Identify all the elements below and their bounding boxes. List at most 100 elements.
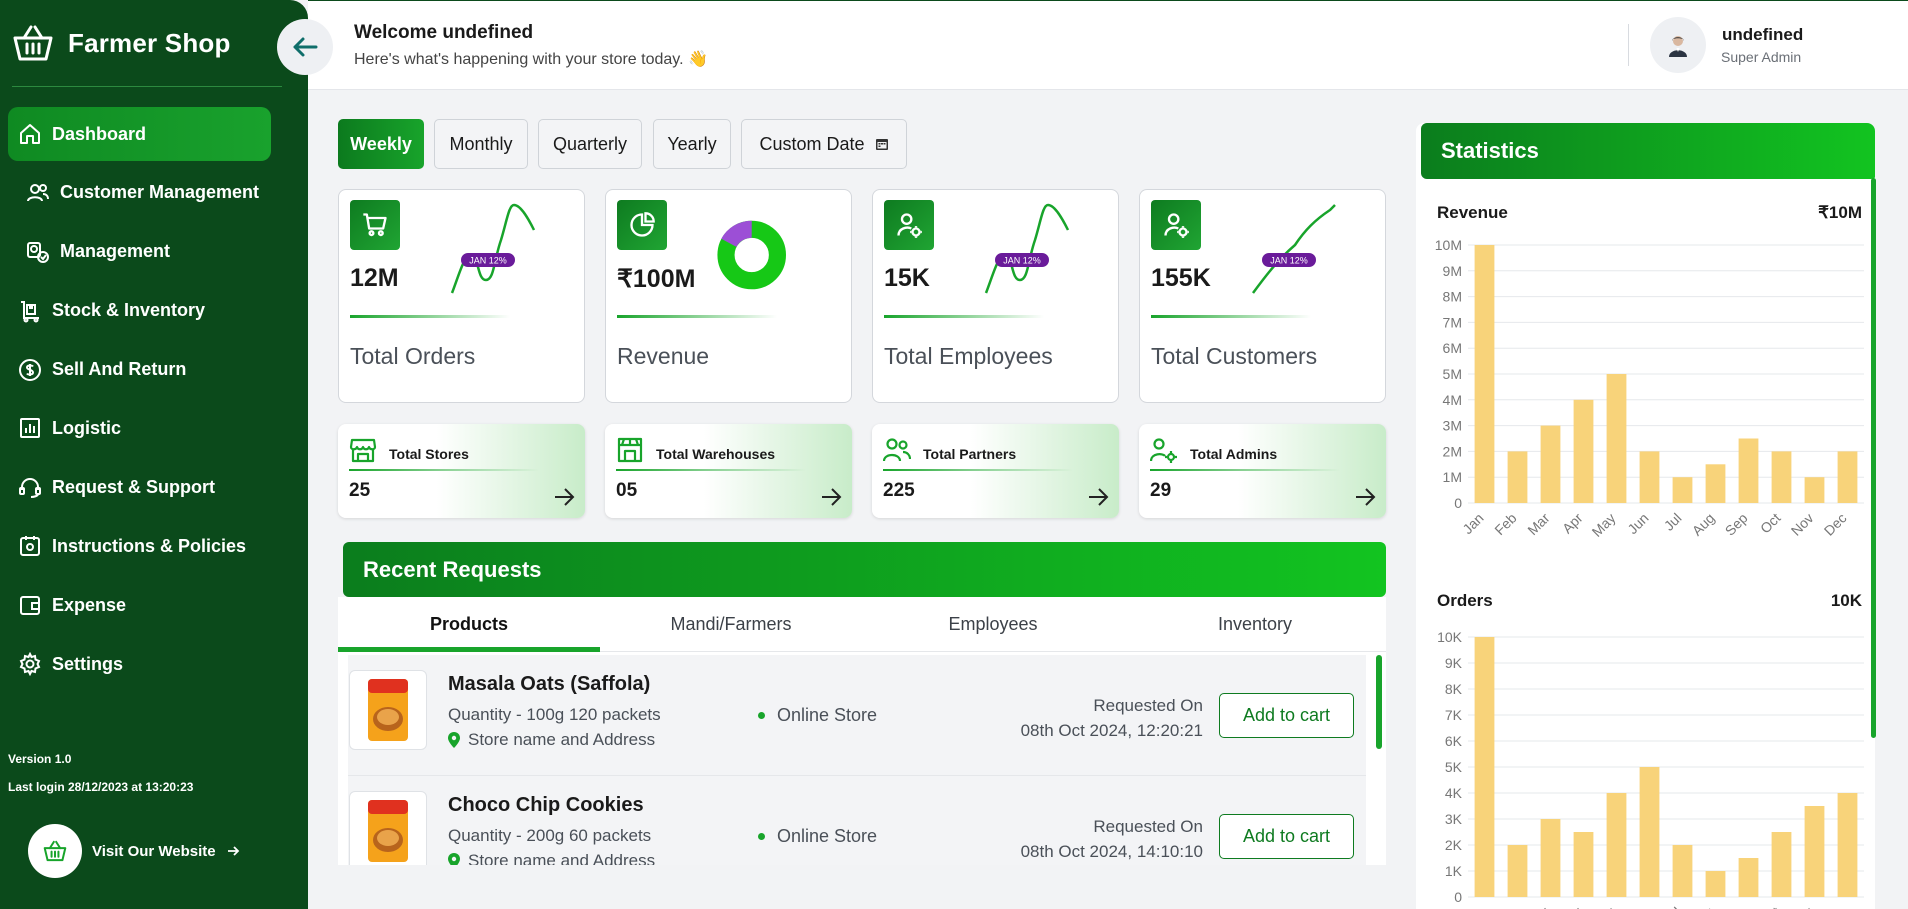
add-to-cart-button[interactable]: Add to cart bbox=[1219, 693, 1354, 738]
kpi-card-revenue[interactable]: ₹100M Revenue bbox=[605, 189, 852, 403]
sidebar-item-stock-inventory[interactable]: Stock & Inventory bbox=[8, 284, 298, 338]
bar bbox=[1804, 806, 1825, 897]
y-tick-label: 1K bbox=[1445, 863, 1463, 879]
x-tick-label: Oct bbox=[1757, 904, 1784, 909]
requested-on: Requested On 08th Oct 2024, 14:10:10 bbox=[1021, 814, 1203, 864]
trend-badge: JAN 12% bbox=[469, 256, 507, 266]
stat-underline bbox=[349, 469, 539, 471]
list-scrollbar[interactable] bbox=[1376, 655, 1382, 749]
requested-date: 08th Oct 2024, 14:10:10 bbox=[1020, 842, 1203, 861]
tab-label: Mandi/Farmers bbox=[670, 613, 792, 634]
y-tick-label: 8K bbox=[1445, 681, 1463, 697]
tab-yearly[interactable]: Yearly bbox=[653, 119, 731, 169]
kpi-underline bbox=[1151, 315, 1311, 318]
sidebar-item-expense[interactable]: Expense bbox=[8, 578, 298, 632]
visit-website-link[interactable]: Visit Our Website bbox=[28, 824, 240, 878]
tab-monthly[interactable]: Monthly bbox=[434, 119, 528, 169]
trend-badge: JAN 12% bbox=[1270, 256, 1308, 266]
statistics-title: Statistics bbox=[1441, 138, 1539, 163]
brand[interactable]: Farmer Shop bbox=[12, 24, 231, 62]
sidebar-item-request-support[interactable]: Request & Support bbox=[8, 460, 298, 514]
store-label: Online Store bbox=[777, 826, 878, 846]
x-tick-label: Oct bbox=[1757, 510, 1784, 537]
sidebar-item-logistic[interactable]: Logistic bbox=[8, 401, 298, 455]
kpi-card-total-employees[interactable]: 15K JAN 12% Total Employees bbox=[872, 189, 1119, 403]
wallet-icon bbox=[20, 596, 40, 616]
tab-custom-date[interactable]: Custom Date bbox=[741, 119, 907, 169]
sidebar-item-settings[interactable]: Settings bbox=[8, 637, 298, 691]
y-tick-label: 0 bbox=[1454, 889, 1462, 905]
stat-card-total-partners[interactable]: Total Partners 225 bbox=[872, 424, 1119, 518]
tab-products[interactable]: Products bbox=[338, 597, 600, 652]
y-tick-label: 5M bbox=[1443, 366, 1462, 382]
inventory-icon bbox=[21, 300, 39, 323]
statistics-scrollbar[interactable] bbox=[1871, 178, 1876, 738]
trend-sparkline: JAN 12% bbox=[450, 203, 536, 294]
product-name: Choco Chip Cookies bbox=[448, 794, 644, 816]
store-type: Online Store bbox=[758, 826, 877, 847]
x-tick-label: Sep bbox=[1722, 904, 1751, 909]
stat-value: 29 bbox=[1150, 480, 1172, 501]
chart-title: Revenue bbox=[1437, 203, 1508, 222]
kpi-label: Total Customers bbox=[1151, 343, 1318, 369]
y-tick-label: 4M bbox=[1443, 392, 1462, 408]
y-tick-label: 3M bbox=[1443, 418, 1462, 434]
tab-label: Custom Date bbox=[759, 133, 865, 154]
stat-card-total-stores[interactable]: Total Stores 25 bbox=[338, 424, 585, 518]
bar bbox=[1672, 845, 1693, 897]
sidebar-item-sell-and-return[interactable]: Sell And Return bbox=[8, 343, 298, 397]
tab-quarterly[interactable]: Quarterly bbox=[538, 119, 642, 169]
tab-weekly[interactable]: Weekly bbox=[338, 119, 424, 169]
sidebar-item-management[interactable]: Management bbox=[8, 225, 298, 279]
basket-icon bbox=[28, 824, 82, 878]
stat-underline bbox=[883, 469, 1073, 471]
welcome-title: Welcome undefined bbox=[354, 22, 534, 43]
sidebar-item-label: Dashboard bbox=[52, 123, 147, 144]
y-tick-label: 6K bbox=[1445, 733, 1463, 749]
recent-requests-header: Recent Requests bbox=[343, 542, 1386, 597]
stat-card-total-warehouses[interactable]: Total Warehouses 05 bbox=[605, 424, 852, 518]
sidebar-nav: Dashboard Customer Management Management… bbox=[8, 107, 298, 696]
stat-card-total-admins[interactable]: Total Admins 29 bbox=[1139, 424, 1386, 518]
store-type: Online Store bbox=[758, 705, 877, 726]
kpi-card-total-orders[interactable]: 12M JAN 12% Total Orders bbox=[338, 189, 585, 403]
kpi-value: 12M bbox=[350, 264, 399, 292]
gear-icon bbox=[19, 652, 41, 677]
sidebar-item-label: Sell And Return bbox=[52, 359, 187, 380]
sidebar-item-dashboard[interactable]: Dashboard bbox=[8, 107, 271, 161]
management-icon bbox=[27, 241, 49, 263]
back-button[interactable] bbox=[277, 19, 333, 75]
bar bbox=[1804, 477, 1825, 503]
trend-sparkline: JAN 12% bbox=[1251, 204, 1336, 294]
visit-website-label: Visit Our Website bbox=[92, 842, 216, 860]
bar bbox=[1738, 858, 1759, 897]
bar bbox=[1573, 832, 1594, 897]
sidebar-item-instructions-policies[interactable]: Instructions & Policies bbox=[8, 519, 298, 573]
requested-date: 08th Oct 2024, 12:20:21 bbox=[1020, 721, 1203, 740]
bar bbox=[1771, 451, 1792, 503]
sidebar-item-customer-management[interactable]: Customer Management bbox=[8, 166, 298, 220]
y-tick-label: 0 bbox=[1454, 495, 1462, 511]
welcome-subtitle: Here's what's happening with your store … bbox=[354, 51, 708, 68]
y-tick-label: 3K bbox=[1445, 811, 1463, 827]
address-text: Store name and Address bbox=[468, 730, 656, 749]
sidebar: Farmer Shop Dashboard Customer Managemen… bbox=[0, 0, 308, 909]
tab-employees[interactable]: Employees bbox=[862, 597, 1124, 651]
product-quantity: Quantity - 200g 60 packets bbox=[448, 826, 652, 845]
bar bbox=[1837, 793, 1858, 897]
product-address: Store name and Address bbox=[448, 851, 655, 865]
user-gear-icon bbox=[884, 200, 934, 250]
tab-label: Weekly bbox=[350, 133, 412, 154]
x-tick-label: Dec bbox=[1821, 510, 1850, 539]
sidebar-item-label: Logistic bbox=[52, 417, 122, 438]
trend-badge: JAN 12% bbox=[1003, 256, 1041, 266]
add-to-cart-button[interactable]: Add to cart bbox=[1219, 814, 1354, 859]
tab-label: Monthly bbox=[449, 133, 513, 154]
x-tick-label: May bbox=[1589, 904, 1619, 909]
bar bbox=[1474, 637, 1495, 897]
kpi-card-total-customers[interactable]: 155K JAN 12% Total Customers bbox=[1139, 189, 1386, 403]
tab-mandi-farmers[interactable]: Mandi/Farmers bbox=[600, 597, 862, 651]
tab-inventory[interactable]: Inventory bbox=[1124, 597, 1386, 651]
product-thumbnail bbox=[349, 670, 427, 750]
avatar[interactable] bbox=[1650, 17, 1706, 73]
